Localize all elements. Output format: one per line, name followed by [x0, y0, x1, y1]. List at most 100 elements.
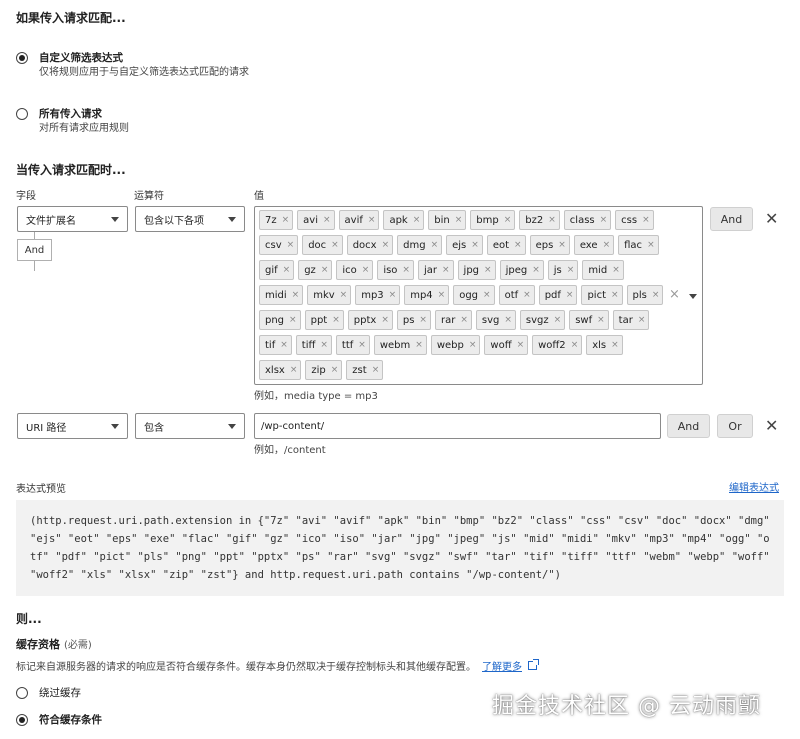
tag-remove-icon[interactable]: × [292, 290, 300, 300]
radio-button[interactable] [16, 687, 28, 699]
radio-custom-expression[interactable]: 自定义筛选表达式 仅将规则应用于与自定义筛选表达式匹配的请求 [16, 51, 249, 81]
value-tag: ttf × [335, 335, 370, 355]
tag-remove-icon[interactable]: × [372, 365, 380, 375]
tag-remove-icon[interactable]: × [413, 215, 421, 225]
tag-remove-icon[interactable]: × [419, 315, 427, 325]
tag-remove-icon[interactable]: × [320, 340, 328, 350]
select-value: 包含以下各项 [144, 215, 204, 227]
tag-label: pdf [544, 289, 561, 301]
tag-remove-icon[interactable]: × [382, 240, 390, 250]
learn-more-link[interactable]: 了解更多 [482, 658, 522, 673]
rule1-field-select[interactable]: 文件扩展名 [17, 206, 128, 232]
tag-remove-icon[interactable]: × [283, 265, 291, 275]
rule2-operator-select[interactable]: 包含 [135, 413, 245, 439]
tag-remove-icon[interactable]: × [323, 215, 331, 225]
rule2-remove-icon[interactable]: ✕ [765, 418, 778, 434]
select-value: URI 路径 [26, 422, 67, 434]
tag-remove-icon[interactable]: × [415, 340, 423, 350]
radio-button[interactable] [16, 52, 28, 64]
tag-label: apk [389, 214, 408, 226]
tag-remove-icon[interactable]: × [287, 240, 295, 250]
tag-label: otf [504, 289, 519, 301]
rule2-or-button[interactable]: Or [717, 414, 753, 438]
rule2-and-button[interactable]: And [667, 414, 710, 438]
tag-remove-icon[interactable]: × [331, 240, 339, 250]
tag-remove-icon[interactable]: × [597, 315, 605, 325]
tag-remove-icon[interactable]: × [548, 215, 556, 225]
rule2-value-input[interactable]: /wp-content/ [254, 413, 661, 439]
tag-label: webp [436, 339, 464, 351]
tag-label: eps [535, 239, 554, 251]
tag-label: flac [624, 239, 643, 251]
value-tag: midi × [259, 285, 304, 305]
rule1-values-multiselect[interactable]: 7z × avi × avif × apk × bin × bmp × bz2 × class × css × cs… [254, 206, 703, 385]
tag-label: svgz [525, 314, 549, 326]
tag-remove-icon[interactable]: × [504, 315, 512, 325]
rule1-operator-select[interactable]: 包含以下各项 [135, 206, 245, 232]
tag-remove-icon[interactable]: × [289, 315, 297, 325]
tag-label: svg [481, 314, 500, 326]
tag-remove-icon[interactable]: × [362, 265, 370, 275]
tag-remove-icon[interactable]: × [402, 265, 410, 275]
tag-remove-icon[interactable]: × [504, 215, 512, 225]
tag-remove-icon[interactable]: × [600, 215, 608, 225]
radio-eligible-cache[interactable]: 符合缓存条件 [16, 713, 102, 727]
tag-remove-icon[interactable]: × [331, 365, 339, 375]
tag-remove-icon[interactable]: × [603, 240, 611, 250]
tag-remove-icon[interactable]: × [381, 315, 389, 325]
value-tag: gif × [259, 260, 295, 280]
rule1-remove-icon[interactable]: ✕ [765, 211, 778, 227]
value-tag: ejs × [446, 235, 483, 255]
and-connector-badge[interactable]: And [17, 239, 52, 261]
tag-remove-icon[interactable]: × [514, 240, 522, 250]
rule1-and-button[interactable]: And [710, 207, 753, 231]
tag-remove-icon[interactable]: × [566, 290, 574, 300]
tag-remove-icon[interactable]: × [469, 340, 477, 350]
tag-remove-icon[interactable]: × [368, 215, 376, 225]
tag-remove-icon[interactable]: × [612, 265, 620, 275]
tag-remove-icon[interactable]: × [652, 290, 660, 300]
tag-remove-icon[interactable]: × [554, 315, 562, 325]
tag-remove-icon[interactable]: × [471, 240, 479, 250]
radio-bypass-cache[interactable]: 绕过缓存 [16, 686, 81, 700]
tag-remove-icon[interactable]: × [611, 340, 619, 350]
radio-button[interactable] [16, 108, 28, 120]
tag-remove-icon[interactable]: × [282, 215, 290, 225]
radio-description: 仅将规则应用于与自定义筛选表达式匹配的请求 [39, 67, 249, 78]
tag-remove-icon[interactable]: × [442, 265, 450, 275]
clear-icon[interactable]: × [669, 287, 680, 302]
tag-remove-icon[interactable]: × [484, 265, 492, 275]
tag-remove-icon[interactable]: × [647, 240, 655, 250]
tag-remove-icon[interactable]: × [558, 240, 566, 250]
then-section-title: 则... [16, 612, 42, 626]
tag-remove-icon[interactable]: × [455, 215, 463, 225]
tag-remove-icon[interactable]: × [642, 215, 650, 225]
tag-remove-icon[interactable]: × [571, 340, 579, 350]
tag-remove-icon[interactable]: × [332, 315, 340, 325]
tag-label: bin [434, 214, 450, 226]
tag-remove-icon[interactable]: × [567, 265, 575, 275]
tag-remove-icon[interactable]: × [431, 240, 439, 250]
tag-remove-icon[interactable]: × [280, 340, 288, 350]
tag-remove-icon[interactable]: × [290, 365, 298, 375]
tag-remove-icon[interactable]: × [438, 290, 446, 300]
tag-remove-icon[interactable]: × [340, 290, 348, 300]
tag-label: ttf [341, 339, 354, 351]
tag-remove-icon[interactable]: × [523, 290, 531, 300]
chevron-down-icon[interactable] [689, 294, 697, 299]
tag-remove-icon[interactable]: × [358, 340, 366, 350]
tag-remove-icon[interactable]: × [638, 315, 646, 325]
value-tag: zst × [346, 360, 384, 380]
tag-remove-icon[interactable]: × [460, 315, 468, 325]
tag-remove-icon[interactable]: × [532, 265, 540, 275]
radio-button[interactable] [16, 714, 28, 726]
radio-all-requests[interactable]: 所有传入请求 对所有请求应用规则 [16, 107, 129, 137]
tag-remove-icon[interactable]: × [483, 290, 491, 300]
value-tag: xls × [586, 335, 623, 355]
edit-expression-link[interactable]: 编辑表达式 [729, 479, 779, 494]
tag-remove-icon[interactable]: × [321, 265, 329, 275]
tag-remove-icon[interactable]: × [389, 290, 397, 300]
rule2-field-select[interactable]: URI 路径 [17, 413, 128, 439]
tag-remove-icon[interactable]: × [517, 340, 525, 350]
tag-remove-icon[interactable]: × [611, 290, 619, 300]
